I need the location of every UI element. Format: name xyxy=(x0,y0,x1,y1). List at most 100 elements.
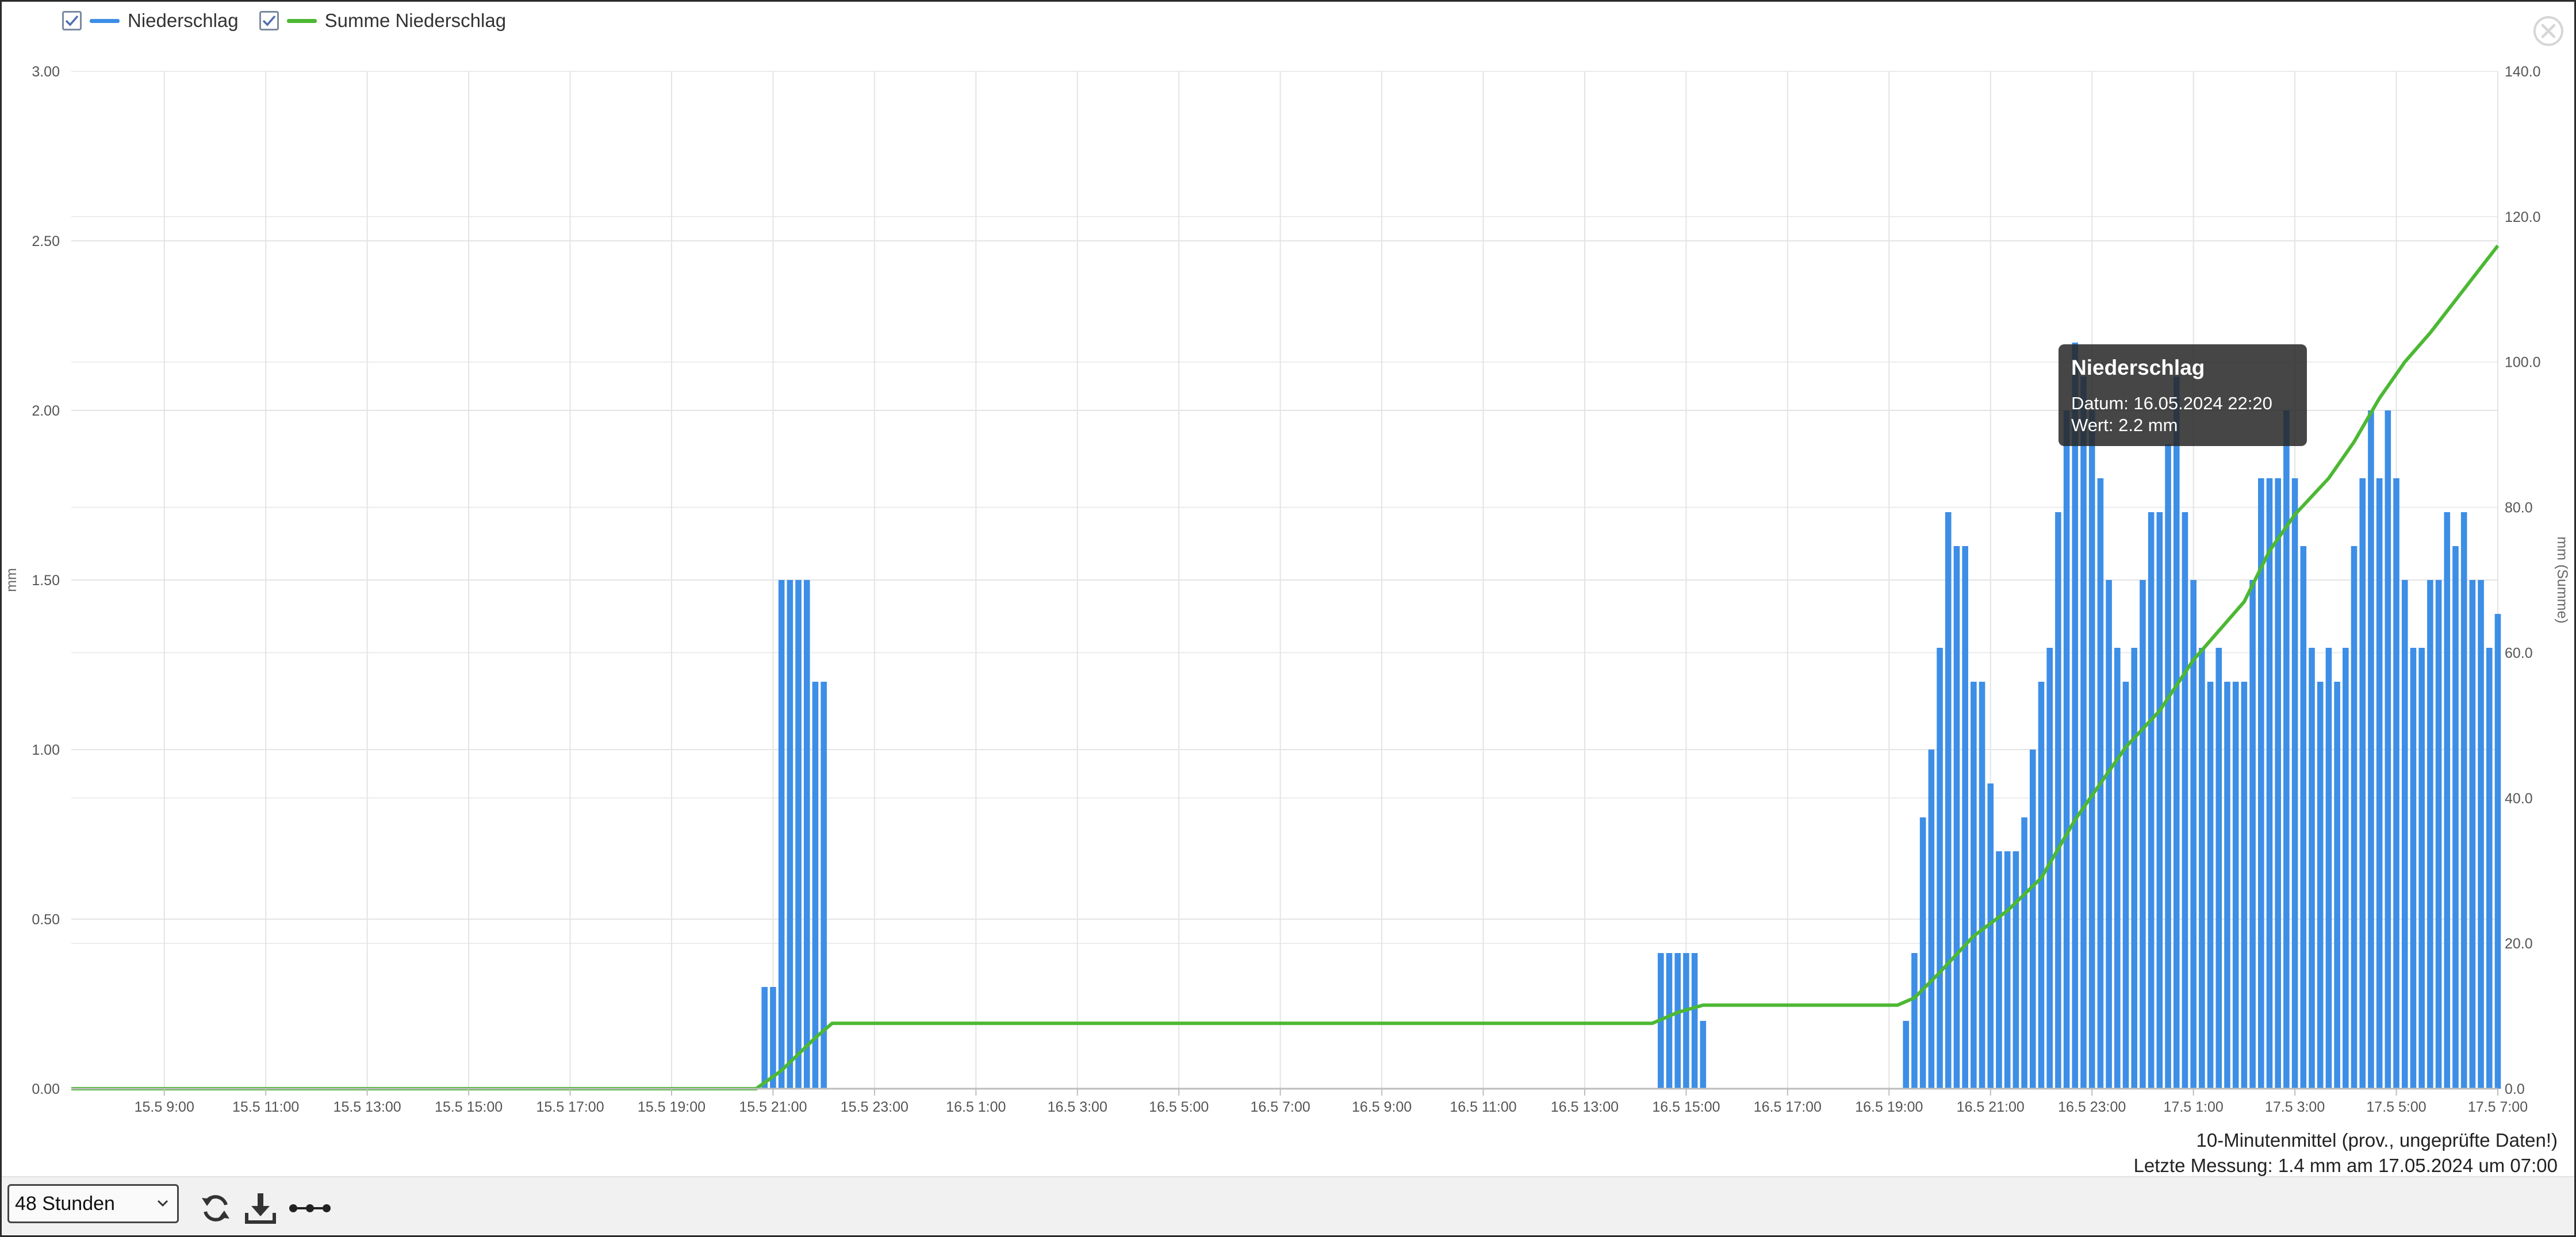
bar[interactable] xyxy=(1911,953,1918,1089)
bar[interactable] xyxy=(2106,580,2112,1089)
bar[interactable] xyxy=(1953,546,1960,1089)
bar[interactable] xyxy=(761,987,768,1089)
bar[interactable] xyxy=(2291,478,2298,1089)
bar[interactable] xyxy=(2478,580,2484,1089)
x-tick-label: 16.5 1:00 xyxy=(946,1099,1006,1115)
bar[interactable] xyxy=(2199,648,2205,1089)
y-axis-right-title: mm (Summe) xyxy=(2554,536,2570,623)
bar[interactable] xyxy=(1937,648,1943,1089)
bar[interactable] xyxy=(2283,410,2290,1089)
bar[interactable] xyxy=(2030,750,2036,1089)
bar[interactable] xyxy=(2266,478,2273,1089)
bar[interactable] xyxy=(2486,648,2493,1089)
info-last-measurement: Letzte Messung: 1.4 mm am 17.05.2024 um … xyxy=(2133,1155,2558,1176)
bar[interactable] xyxy=(2088,410,2095,1089)
bar[interactable] xyxy=(2148,512,2155,1089)
bar[interactable] xyxy=(1919,817,1926,1089)
bar[interactable] xyxy=(1691,953,1698,1089)
x-tick-label: 17.5 3:00 xyxy=(2265,1099,2325,1115)
bar[interactable] xyxy=(2241,682,2248,1089)
download-button[interactable] xyxy=(242,1190,279,1227)
bar[interactable] xyxy=(2444,512,2451,1089)
x-tick-label: 15.5 23:00 xyxy=(841,1099,908,1115)
bar[interactable] xyxy=(2232,682,2239,1089)
bar[interactable] xyxy=(803,580,810,1089)
x-tick-label: 17.5 1:00 xyxy=(2164,1099,2224,1115)
bar[interactable] xyxy=(2435,580,2442,1089)
bar[interactable] xyxy=(1700,1021,1707,1089)
bar-series-niederschlag[interactable] xyxy=(761,343,2501,1089)
bar[interactable] xyxy=(2410,648,2417,1089)
x-tick-label: 15.5 19:00 xyxy=(638,1099,706,1115)
bar[interactable] xyxy=(2072,343,2079,1089)
bar[interactable] xyxy=(1996,851,2002,1089)
bar[interactable] xyxy=(1945,512,1952,1089)
x-tick-label: 16.5 5:00 xyxy=(1149,1099,1209,1115)
bar[interactable] xyxy=(2012,851,2019,1089)
bar[interactable] xyxy=(2275,478,2281,1089)
line-style-button[interactable] xyxy=(287,1190,333,1227)
bar[interactable] xyxy=(1962,546,1968,1089)
bar[interactable] xyxy=(2317,682,2324,1089)
y-right-tick-label: 60.0 xyxy=(2505,645,2533,661)
bar[interactable] xyxy=(1666,953,1673,1089)
bar[interactable] xyxy=(2165,444,2171,1089)
bar[interactable] xyxy=(2300,546,2307,1089)
bar[interactable] xyxy=(2469,580,2476,1089)
bar[interactable] xyxy=(2156,512,2163,1089)
bar[interactable] xyxy=(2343,648,2349,1089)
x-tick-label: 16.5 23:00 xyxy=(2058,1099,2126,1115)
bar[interactable] xyxy=(2080,377,2087,1089)
bar[interactable] xyxy=(2215,648,2222,1089)
bar[interactable] xyxy=(2004,851,2011,1089)
time-range-select[interactable]: 48 Stunden xyxy=(7,1184,179,1223)
bar[interactable] xyxy=(1674,953,1681,1089)
y-right-tick-label: 80.0 xyxy=(2505,500,2533,516)
bar[interactable] xyxy=(2055,512,2061,1089)
bar[interactable] xyxy=(2452,546,2459,1089)
bar[interactable] xyxy=(1928,750,1935,1089)
bar[interactable] xyxy=(2494,614,2501,1089)
bar[interactable] xyxy=(1683,953,1689,1089)
refresh-button[interactable] xyxy=(197,1190,234,1227)
y-tick-label: 3.00 xyxy=(32,64,60,80)
bar[interactable] xyxy=(2427,580,2433,1089)
bar[interactable] xyxy=(2038,682,2045,1089)
bar[interactable] xyxy=(2114,648,2121,1089)
bar[interactable] xyxy=(2224,682,2230,1089)
bar[interactable] xyxy=(2249,580,2256,1089)
bar[interactable] xyxy=(2376,478,2383,1089)
precipitation-chart: 0.00 0.50 1.00 1.50 2.00 2.50 3.00 0.0 20.0 40.0… xyxy=(3,64,2570,1115)
bar[interactable] xyxy=(795,580,802,1089)
bar[interactable] xyxy=(2131,648,2138,1089)
bar[interactable] xyxy=(2182,512,2188,1089)
bar[interactable] xyxy=(778,580,785,1089)
bar[interactable] xyxy=(2140,580,2146,1089)
bar[interactable] xyxy=(2173,377,2180,1089)
y-tick-label: 2.00 xyxy=(32,403,60,419)
bar[interactable] xyxy=(2325,648,2332,1089)
bar[interactable] xyxy=(2401,580,2408,1089)
bar[interactable] xyxy=(787,580,793,1089)
time-range-value: 48 Stunden xyxy=(15,1192,115,1215)
bar[interactable] xyxy=(2021,817,2027,1089)
bar[interactable] xyxy=(1903,1021,1910,1089)
bar[interactable] xyxy=(2359,478,2366,1089)
bar[interactable] xyxy=(812,682,819,1089)
x-tick-label: 16.5 3:00 xyxy=(1048,1099,1107,1115)
bar[interactable] xyxy=(2418,648,2425,1089)
bar[interactable] xyxy=(2063,410,2070,1089)
bar[interactable] xyxy=(1987,783,1994,1089)
bar[interactable] xyxy=(1971,682,1977,1089)
bar[interactable] xyxy=(2207,682,2214,1089)
bar[interactable] xyxy=(2385,410,2391,1089)
bar[interactable] xyxy=(2393,478,2399,1089)
bar[interactable] xyxy=(1979,682,1985,1089)
bar[interactable] xyxy=(2309,648,2315,1089)
bar[interactable] xyxy=(2368,410,2374,1089)
bar[interactable] xyxy=(2334,682,2340,1089)
bar[interactable] xyxy=(2351,546,2358,1089)
x-axis-ticks: 15.5 9:00 15.5 11:00 15.5 13:00 15.5 15:00 1… xyxy=(135,1089,2528,1115)
bar[interactable] xyxy=(2460,512,2467,1089)
x-tick-label: 16.5 15:00 xyxy=(1652,1099,1720,1115)
